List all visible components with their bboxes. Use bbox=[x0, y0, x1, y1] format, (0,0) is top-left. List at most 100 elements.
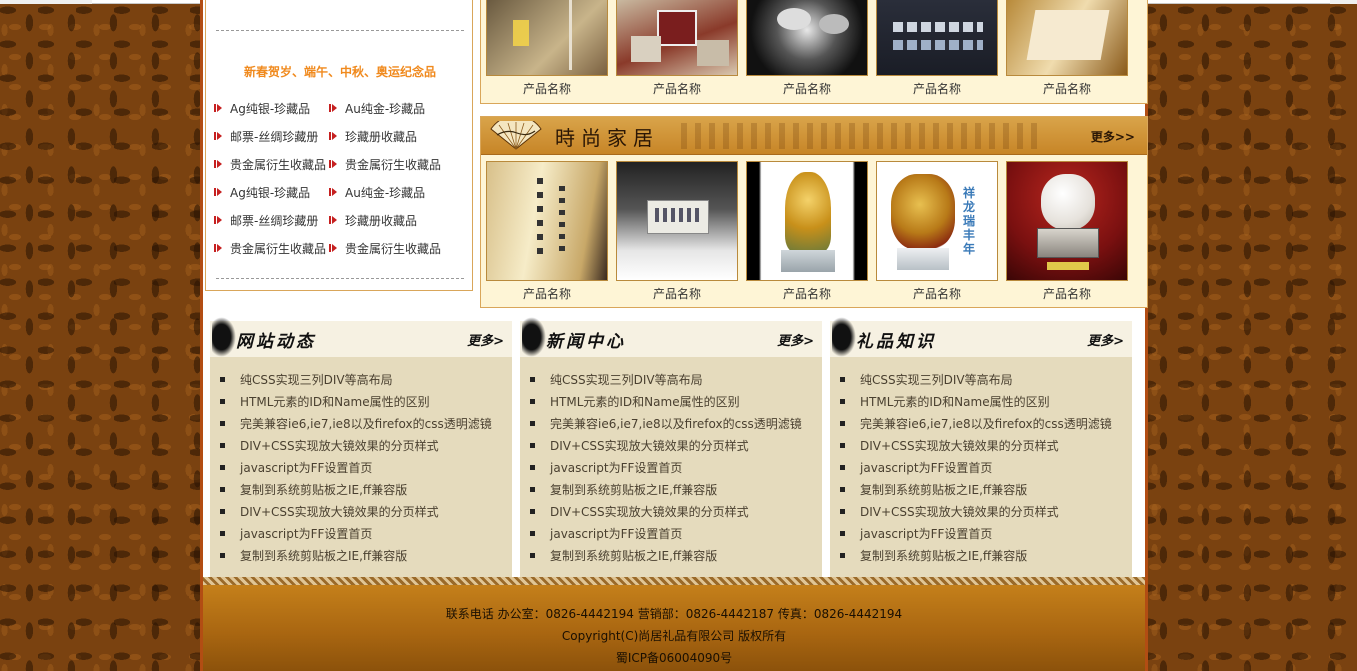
news-list: 纯CSS实现三列DIV等高布局 HTML元素的ID和Name属性的区别 完美兼容… bbox=[220, 368, 492, 566]
sidebar-link[interactable]: 贵金属衍生收藏品 bbox=[329, 240, 459, 257]
more-link[interactable]: 更多> bbox=[467, 330, 504, 349]
news-item[interactable]: 复制到系统剪贴板之IE,ff兼容版 bbox=[530, 478, 802, 500]
product-card[interactable]: 产品名称 bbox=[486, 161, 616, 302]
news-item[interactable]: DIV+CSS实现放大镜效果的分页样式 bbox=[840, 500, 1112, 522]
bullet-icon bbox=[840, 530, 845, 536]
footer-icp[interactable]: 蜀ICP备06004090号 bbox=[203, 647, 1145, 669]
product-card[interactable]: 产品名称 bbox=[746, 161, 876, 302]
news-item[interactable]: 纯CSS实现三列DIV等高布局 bbox=[840, 368, 1112, 390]
news-item[interactable]: HTML元素的ID和Name属性的区别 bbox=[220, 390, 492, 412]
panel-header: 時尚家居 更多>> bbox=[481, 117, 1147, 155]
sidebar-row: 贵金属衍生收藏品 贵金属衍生收藏品 bbox=[214, 234, 466, 262]
news-item[interactable]: javascript为FF设置首页 bbox=[840, 456, 1112, 478]
sidebar-link[interactable]: 邮票-丝绸珍藏册 bbox=[214, 128, 329, 145]
news-item[interactable]: 完美兼容ie6,ie7,ie8以及firefox的css透明滤镜 bbox=[530, 412, 802, 434]
news-item[interactable]: 复制到系统剪贴板之IE,ff兼容版 bbox=[220, 544, 492, 566]
news-item[interactable]: 完美兼容ie6,ie7,ie8以及firefox的css透明滤镜 bbox=[220, 412, 492, 434]
product-card[interactable]: 产品名称 bbox=[1006, 161, 1136, 302]
product-caption[interactable]: 产品名称 bbox=[486, 285, 608, 302]
news-list: 纯CSS实现三列DIV等高布局 HTML元素的ID和Name属性的区别 完美兼容… bbox=[840, 368, 1112, 566]
sidebar-link[interactable]: 贵金属衍生收藏品 bbox=[214, 240, 329, 257]
news-item[interactable]: javascript为FF设置首页 bbox=[530, 522, 802, 544]
sidebar-link[interactable]: Au纯金-珍藏品 bbox=[329, 184, 459, 201]
product-caption[interactable]: 产品名称 bbox=[876, 285, 998, 302]
sidebar-link[interactable]: 贵金属衍生收藏品 bbox=[329, 156, 459, 173]
bullet-icon bbox=[840, 464, 845, 470]
red-arrow-icon bbox=[329, 131, 338, 141]
footer-copyright: Copyright(C)尚居礼品有限公司 版权所有 bbox=[561, 629, 787, 643]
product-image[interactable]: 祥龙瑞丰年 bbox=[876, 161, 998, 281]
sidebar-link[interactable]: 珍藏册收藏品 bbox=[329, 128, 459, 145]
product-card[interactable]: 产品名称 bbox=[616, 0, 746, 97]
more-link[interactable]: 更多> bbox=[777, 330, 814, 349]
product-card[interactable]: 产品名称 bbox=[746, 0, 876, 97]
folding-fan-icon bbox=[490, 121, 542, 150]
product-card[interactable]: 产品名称 bbox=[876, 0, 1006, 97]
product-card[interactable]: 祥龙瑞丰年 产品名称 bbox=[876, 161, 1006, 302]
more-link[interactable]: 更多>> bbox=[1091, 128, 1135, 145]
sidebar-link[interactable]: 邮票-丝绸珍藏册 bbox=[214, 212, 329, 229]
news-list: 纯CSS实现三列DIV等高布局 HTML元素的ID和Name属性的区别 完美兼容… bbox=[530, 368, 802, 566]
news-header: 礼品知识 更多> bbox=[830, 317, 1132, 357]
bullet-icon bbox=[220, 442, 225, 448]
product-image[interactable] bbox=[746, 0, 868, 76]
bullet-icon bbox=[840, 508, 845, 514]
news-item[interactable]: HTML元素的ID和Name属性的区别 bbox=[840, 390, 1112, 412]
news-item[interactable]: javascript为FF设置首页 bbox=[220, 456, 492, 478]
product-image[interactable] bbox=[876, 0, 998, 76]
news-item[interactable]: DIV+CSS实现放大镜效果的分页样式 bbox=[530, 434, 802, 456]
news-item[interactable]: 纯CSS实现三列DIV等高布局 bbox=[530, 368, 802, 390]
ink-brush-icon bbox=[212, 317, 236, 357]
product-image[interactable] bbox=[616, 0, 738, 76]
sidebar-link[interactable]: Ag纯银-珍藏品 bbox=[214, 184, 329, 201]
sidebar-link[interactable]: Au纯金-珍藏品 bbox=[329, 100, 459, 117]
news-column-gift-knowledge: 礼品知识 更多> 纯CSS实现三列DIV等高布局 HTML元素的ID和Name属… bbox=[830, 317, 1132, 577]
news-item[interactable]: 复制到系统剪贴板之IE,ff兼容版 bbox=[530, 544, 802, 566]
sidebar-row: 邮票-丝绸珍藏册 珍藏册收藏品 bbox=[214, 206, 466, 234]
product-row: 产品名称 产品名称 产品名称 产品名称 产品名称 bbox=[486, 0, 1136, 97]
news-item[interactable]: javascript为FF设置首页 bbox=[840, 522, 1112, 544]
sidebar-link[interactable]: Ag纯银-珍藏品 bbox=[214, 100, 329, 117]
product-caption[interactable]: 产品名称 bbox=[876, 80, 998, 97]
news-item[interactable]: DIV+CSS实现放大镜效果的分页样式 bbox=[530, 500, 802, 522]
news-item[interactable]: 复制到系统剪贴板之IE,ff兼容版 bbox=[840, 478, 1112, 500]
bullet-icon bbox=[220, 530, 225, 536]
product-image[interactable] bbox=[616, 161, 738, 281]
product-card[interactable]: 产品名称 bbox=[486, 0, 616, 97]
bullet-icon bbox=[530, 442, 535, 448]
news-item[interactable]: 复制到系统剪贴板之IE,ff兼容版 bbox=[840, 544, 1112, 566]
product-card[interactable]: 产品名称 bbox=[616, 161, 746, 302]
news-item[interactable]: DIV+CSS实现放大镜效果的分页样式 bbox=[840, 434, 1112, 456]
sidebar-row: Ag纯银-珍藏品 Au纯金-珍藏品 bbox=[214, 178, 466, 206]
product-image[interactable] bbox=[1006, 0, 1128, 76]
product-caption[interactable]: 产品名称 bbox=[1006, 80, 1128, 97]
product-image[interactable] bbox=[746, 161, 868, 281]
news-item[interactable]: 复制到系统剪贴板之IE,ff兼容版 bbox=[220, 478, 492, 500]
sidebar-link[interactable]: 贵金属衍生收藏品 bbox=[214, 156, 329, 173]
product-image[interactable] bbox=[1006, 161, 1128, 281]
more-link[interactable]: 更多> bbox=[1087, 330, 1124, 349]
news-item[interactable]: HTML元素的ID和Name属性的区别 bbox=[530, 390, 802, 412]
product-caption[interactable]: 产品名称 bbox=[746, 285, 868, 302]
product-panel-top: 产品名称 产品名称 产品名称 产品名称 产品名称 bbox=[480, 0, 1148, 104]
news-item[interactable]: 完美兼容ie6,ie7,ie8以及firefox的css透明滤镜 bbox=[840, 412, 1112, 434]
sidebar-link[interactable]: 珍藏册收藏品 bbox=[329, 212, 459, 229]
red-arrow-icon bbox=[214, 159, 223, 169]
news-item[interactable]: javascript为FF设置首页 bbox=[220, 522, 492, 544]
bullet-icon bbox=[220, 552, 225, 558]
news-item[interactable]: DIV+CSS实现放大镜效果的分页样式 bbox=[220, 500, 492, 522]
product-card[interactable]: 产品名称 bbox=[1006, 0, 1136, 97]
product-image[interactable] bbox=[486, 0, 608, 76]
bullet-icon bbox=[840, 486, 845, 492]
divider bbox=[216, 30, 464, 31]
news-item[interactable]: 纯CSS实现三列DIV等高布局 bbox=[220, 368, 492, 390]
product-caption[interactable]: 产品名称 bbox=[486, 80, 608, 97]
product-caption[interactable]: 产品名称 bbox=[746, 80, 868, 97]
product-caption[interactable]: 产品名称 bbox=[1006, 285, 1128, 302]
product-image[interactable] bbox=[486, 161, 608, 281]
ink-brush-icon bbox=[522, 317, 546, 357]
news-item[interactable]: DIV+CSS实现放大镜效果的分页样式 bbox=[220, 434, 492, 456]
news-item[interactable]: javascript为FF设置首页 bbox=[530, 456, 802, 478]
product-caption[interactable]: 产品名称 bbox=[616, 80, 738, 97]
product-caption[interactable]: 产品名称 bbox=[616, 285, 738, 302]
